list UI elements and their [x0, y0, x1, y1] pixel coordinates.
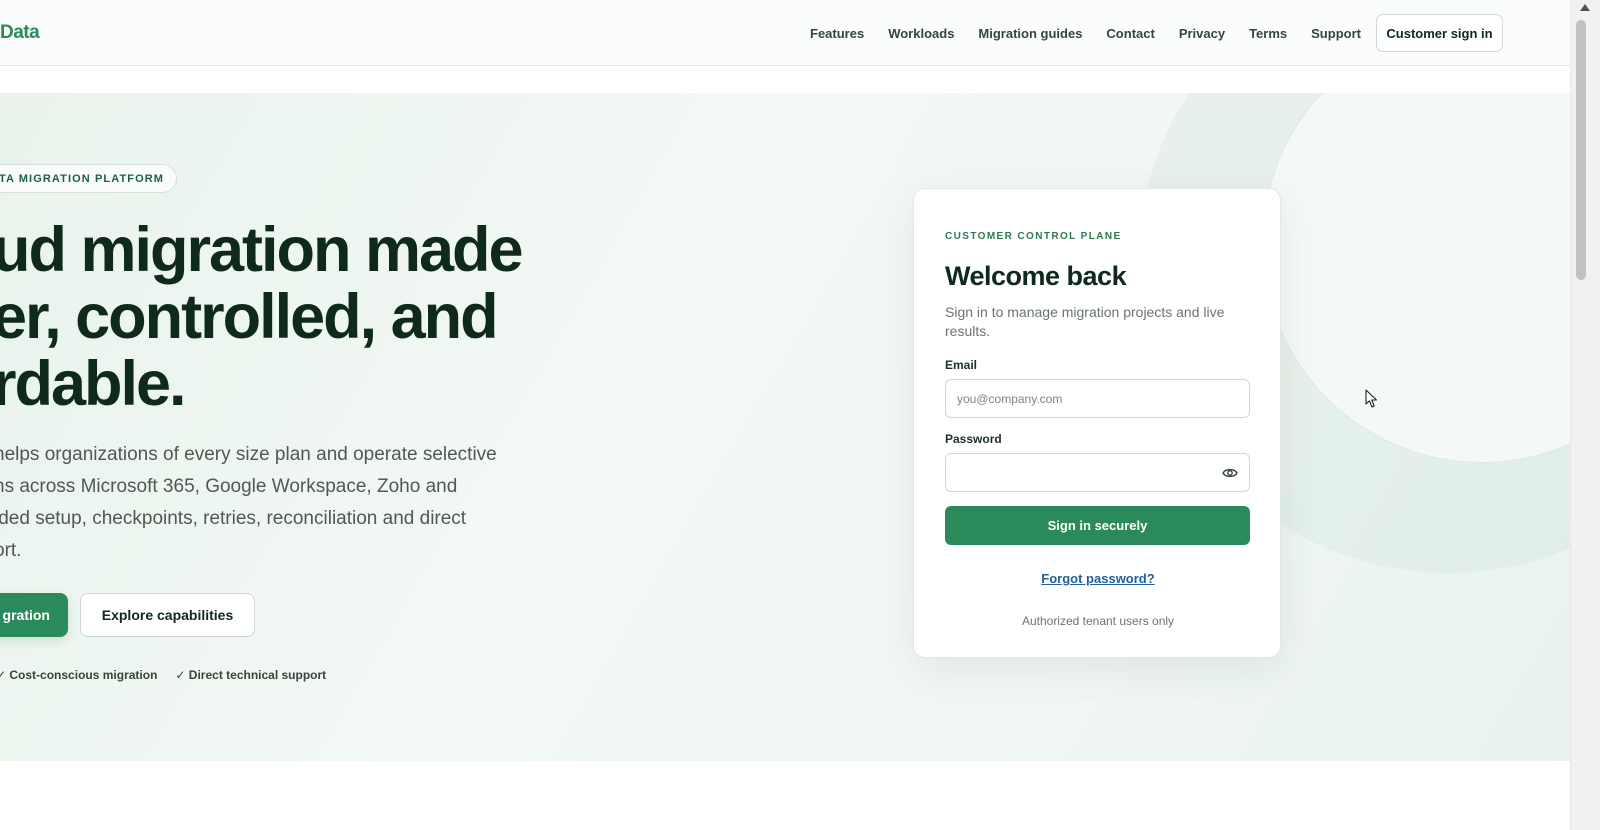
- password-field[interactable]: [945, 453, 1250, 492]
- email-placeholder: you@company.com: [957, 391, 1063, 406]
- benefit-item: ✓ Cost-conscious migration: [0, 668, 158, 682]
- headline-line: ud migration made: [0, 215, 524, 285]
- login-title: Welcome back: [945, 261, 1127, 291]
- email-field[interactable]: you@company.com: [945, 379, 1250, 418]
- nav-link-migration-guides[interactable]: Migration guides: [978, 26, 1082, 41]
- headline-line: rdable.: [0, 349, 187, 419]
- brand-logo[interactable]: Data: [0, 22, 40, 44]
- password-label: Password: [945, 432, 1002, 446]
- nav-link-support[interactable]: Support: [1311, 26, 1361, 41]
- description-line: ns across Microsoft 365, Google Workspac…: [0, 476, 458, 497]
- main-nav: Features Workloads Migration guides Cont…: [810, 0, 1385, 66]
- description-line: ided setup, checkpoints, retries, reconc…: [0, 508, 467, 529]
- description-line: helps organizations of every size plan a…: [0, 444, 497, 465]
- mouse-cursor-icon: [1365, 389, 1378, 408]
- site-header: Data Features Workloads Migration guides…: [0, 0, 1570, 66]
- sign-in-securely-button[interactable]: Sign in securely: [945, 506, 1250, 545]
- headline-line: er, controlled, and: [0, 282, 499, 352]
- login-subtitle: Sign in to manage migration projects and…: [945, 304, 1225, 339]
- forgot-password-link[interactable]: Forgot password?: [914, 571, 1282, 586]
- vertical-scrollbar[interactable]: [1570, 0, 1600, 830]
- email-label: Email: [945, 358, 978, 372]
- hero-description: helps organizations of every size plan a…: [0, 439, 514, 567]
- nav-link-contact[interactable]: Contact: [1106, 26, 1154, 41]
- benefit-item: ✓ Direct technical support: [175, 668, 327, 682]
- authorized-users-note: Authorized tenant users only: [1021, 614, 1175, 628]
- hero-headline: ud migration made er, controlled, and rd…: [0, 217, 552, 418]
- customer-sign-in-button[interactable]: Customer sign in: [1376, 14, 1503, 52]
- hero-section: TA MIGRATION PLATFORM ud migration made …: [0, 93, 1570, 761]
- start-migration-button[interactable]: gration: [0, 593, 68, 637]
- eye-icon[interactable]: [1222, 465, 1238, 481]
- login-eyebrow: CUSTOMER CONTROL PLANE: [945, 231, 1122, 242]
- scroll-up-arrow-icon[interactable]: [1580, 4, 1590, 11]
- nav-link-features[interactable]: Features: [810, 26, 864, 41]
- hero-eyebrow-badge: TA MIGRATION PLATFORM: [0, 164, 178, 193]
- page: Data Features Workloads Migration guides…: [0, 0, 1570, 830]
- explore-capabilities-button[interactable]: Explore capabilities: [80, 593, 255, 637]
- scrollbar-thumb[interactable]: [1576, 20, 1586, 280]
- description-line: ort.: [0, 540, 22, 561]
- nav-link-privacy[interactable]: Privacy: [1179, 26, 1225, 41]
- login-card: CUSTOMER CONTROL PLANE Welcome back Sign…: [913, 188, 1281, 658]
- nav-link-workloads[interactable]: Workloads: [888, 26, 954, 41]
- hero-benefits-list: ✓ Cost-conscious migration ✓ Direct tech…: [0, 668, 344, 682]
- nav-link-terms[interactable]: Terms: [1249, 26, 1287, 41]
